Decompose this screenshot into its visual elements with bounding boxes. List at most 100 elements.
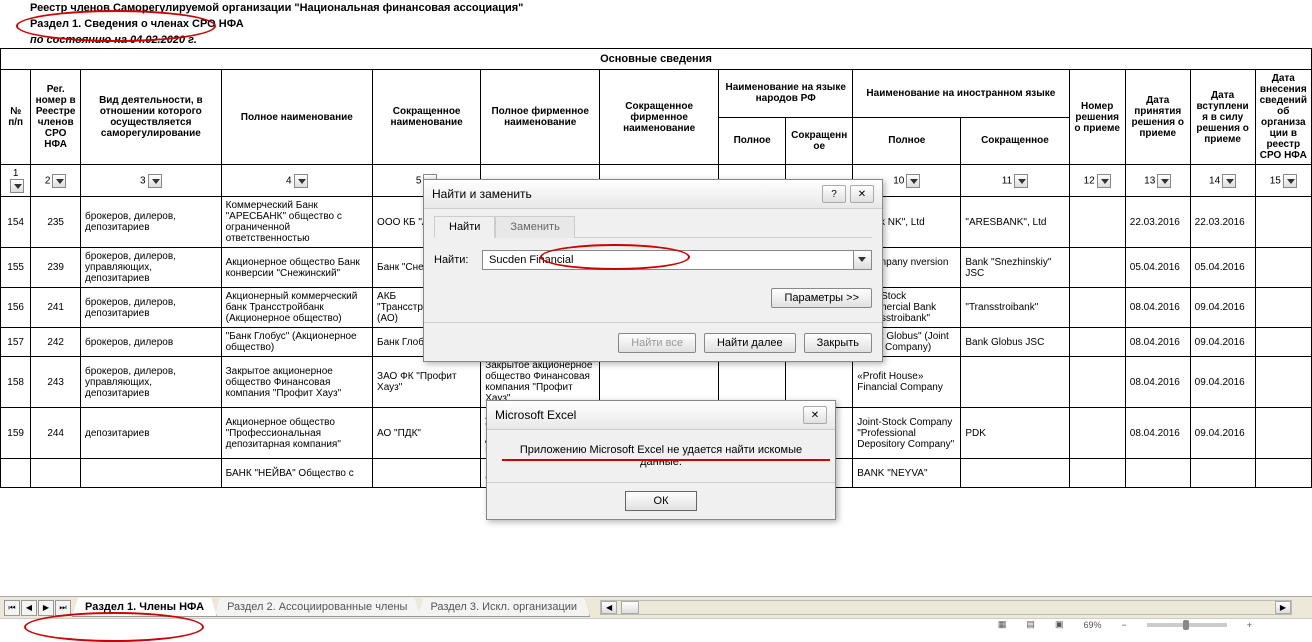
cell[interactable]: «Profit House» Financial Company — [853, 357, 961, 408]
cell[interactable] — [961, 459, 1069, 488]
cell[interactable] — [1125, 459, 1190, 488]
cell[interactable]: 09.04.2016 — [1190, 357, 1255, 408]
cell[interactable] — [31, 459, 81, 488]
sheet-tab-1[interactable]: Раздел 1. Члены НФА — [72, 598, 217, 617]
cell[interactable]: "ARESBANK", Ltd — [961, 197, 1069, 248]
cell[interactable]: Акционерное общество Банк конверсии "Сне… — [221, 248, 372, 288]
cell[interactable]: 22.03.2016 — [1190, 197, 1255, 248]
cell[interactable]: 09.04.2016 — [1190, 408, 1255, 459]
cell[interactable]: 08.04.2016 — [1125, 288, 1190, 328]
filter-dropdown-icon[interactable] — [294, 174, 308, 188]
cell[interactable]: 242 — [31, 328, 81, 357]
help-icon[interactable]: ? — [822, 185, 846, 203]
cell[interactable] — [1069, 408, 1125, 459]
sheet-tab-2[interactable]: Раздел 2. Ассоциированные члены — [214, 598, 420, 617]
cell[interactable] — [373, 459, 481, 488]
filter-dropdown-icon[interactable] — [148, 174, 162, 188]
filter-dropdown-icon[interactable] — [10, 179, 24, 193]
cell[interactable] — [961, 357, 1069, 408]
cell[interactable] — [81, 459, 222, 488]
cell[interactable] — [1069, 357, 1125, 408]
cell[interactable]: Bank "Snezhinskiy" JSC — [961, 248, 1069, 288]
cell[interactable]: 158 — [1, 357, 31, 408]
filter-dropdown-icon[interactable] — [1283, 174, 1297, 188]
cell[interactable]: БАНК "НЕЙВА" Общество с — [221, 459, 372, 488]
cell[interactable]: 155 — [1, 248, 31, 288]
cell[interactable]: PDK — [961, 408, 1069, 459]
cell[interactable]: АО "ПДК" — [373, 408, 481, 459]
tab-find[interactable]: Найти — [434, 216, 495, 238]
cell[interactable]: 09.04.2016 — [1190, 288, 1255, 328]
cell[interactable]: Bank Globus JSC — [961, 328, 1069, 357]
view-break-icon[interactable]: ▣ — [1055, 619, 1064, 630]
cell[interactable]: 08.04.2016 — [1125, 328, 1190, 357]
cell[interactable] — [1069, 288, 1125, 328]
scroll-right-arrow[interactable]: ▶ — [1275, 601, 1291, 614]
find-all-button[interactable]: Найти все — [618, 333, 696, 353]
cell[interactable]: 05.04.2016 — [1125, 248, 1190, 288]
cell[interactable] — [1069, 328, 1125, 357]
sheet-tab-3[interactable]: Раздел 3. Искл. организации — [417, 598, 590, 617]
cell[interactable] — [1255, 357, 1311, 408]
cell[interactable] — [1255, 328, 1311, 357]
horizontal-scrollbar[interactable]: ◀ ▶ — [600, 600, 1292, 615]
cell[interactable]: 09.04.2016 — [1190, 328, 1255, 357]
params-button[interactable]: Параметры >> — [771, 288, 872, 308]
filter-dropdown-icon[interactable] — [1222, 174, 1236, 188]
cell[interactable]: брокеров, дилеров, управляющих, депозита… — [81, 248, 222, 288]
cell[interactable] — [1069, 459, 1125, 488]
cell[interactable]: BANK "NEYVA" — [853, 459, 961, 488]
view-layout-icon[interactable]: ▤ — [1026, 619, 1035, 630]
zoom-slider[interactable] — [1147, 623, 1227, 627]
cell[interactable]: Коммерческий Банк "АРЕСБАНК" общество с … — [221, 197, 372, 248]
scroll-left-arrow[interactable]: ◀ — [601, 601, 617, 614]
cell[interactable]: 239 — [31, 248, 81, 288]
cell[interactable]: 244 — [31, 408, 81, 459]
cell[interactable]: Акционерное общество "Профессиональная д… — [221, 408, 372, 459]
filter-dropdown-icon[interactable] — [1097, 174, 1111, 188]
close-icon[interactable]: ✕ — [850, 185, 874, 203]
cell[interactable] — [1255, 459, 1311, 488]
cell[interactable]: 241 — [31, 288, 81, 328]
cell[interactable]: 235 — [31, 197, 81, 248]
cell[interactable]: "Банк Глобус" (Акционерное общество) — [221, 328, 372, 357]
view-normal-icon[interactable]: ▦ — [998, 619, 1007, 630]
cell[interactable]: Joint-Stock Company "Professional Deposi… — [853, 408, 961, 459]
cell[interactable]: брокеров, дилеров, депозитариев — [81, 288, 222, 328]
cell[interactable]: 154 — [1, 197, 31, 248]
filter-dropdown-icon[interactable] — [1014, 174, 1028, 188]
cell[interactable] — [1255, 288, 1311, 328]
cell[interactable] — [1190, 459, 1255, 488]
sheet-nav-next[interactable]: ▶ — [38, 600, 54, 616]
cell[interactable]: 05.04.2016 — [1190, 248, 1255, 288]
cell[interactable]: 08.04.2016 — [1125, 408, 1190, 459]
scroll-thumb[interactable] — [621, 601, 639, 614]
cell[interactable]: депозитариев — [81, 408, 222, 459]
cell[interactable] — [1255, 408, 1311, 459]
cell[interactable]: 08.04.2016 — [1125, 357, 1190, 408]
close-button[interactable]: Закрыть — [804, 333, 872, 353]
sheet-nav-last[interactable]: ⏭ — [55, 600, 71, 616]
cell[interactable]: 159 — [1, 408, 31, 459]
cell[interactable]: брокеров, дилеров — [81, 328, 222, 357]
cell[interactable] — [1069, 248, 1125, 288]
cell[interactable]: брокеров, дилеров, управляющих, депозита… — [81, 357, 222, 408]
cell[interactable] — [1069, 197, 1125, 248]
cell[interactable] — [1, 459, 31, 488]
cell[interactable]: 22.03.2016 — [1125, 197, 1190, 248]
filter-dropdown-icon[interactable] — [52, 174, 66, 188]
cell[interactable]: "Transstroibank" — [961, 288, 1069, 328]
find-history-dropdown[interactable] — [854, 250, 872, 270]
sheet-nav-first[interactable]: ⏮ — [4, 600, 20, 616]
cell[interactable]: брокеров, дилеров, депозитариев — [81, 197, 222, 248]
alert-ok-button[interactable]: ОК — [625, 491, 698, 511]
cell[interactable] — [1255, 248, 1311, 288]
cell[interactable]: Акционерный коммерческий банк Трансстрой… — [221, 288, 372, 328]
filter-dropdown-icon[interactable] — [906, 174, 920, 188]
filter-dropdown-icon[interactable] — [1157, 174, 1171, 188]
find-input[interactable] — [482, 250, 854, 270]
cell[interactable] — [1255, 197, 1311, 248]
find-next-button[interactable]: Найти далее — [704, 333, 796, 353]
cell[interactable]: ЗАО ФК "Профит Хауз" — [373, 357, 481, 408]
cell[interactable]: Закрытое акционерное общество Финансовая… — [221, 357, 372, 408]
